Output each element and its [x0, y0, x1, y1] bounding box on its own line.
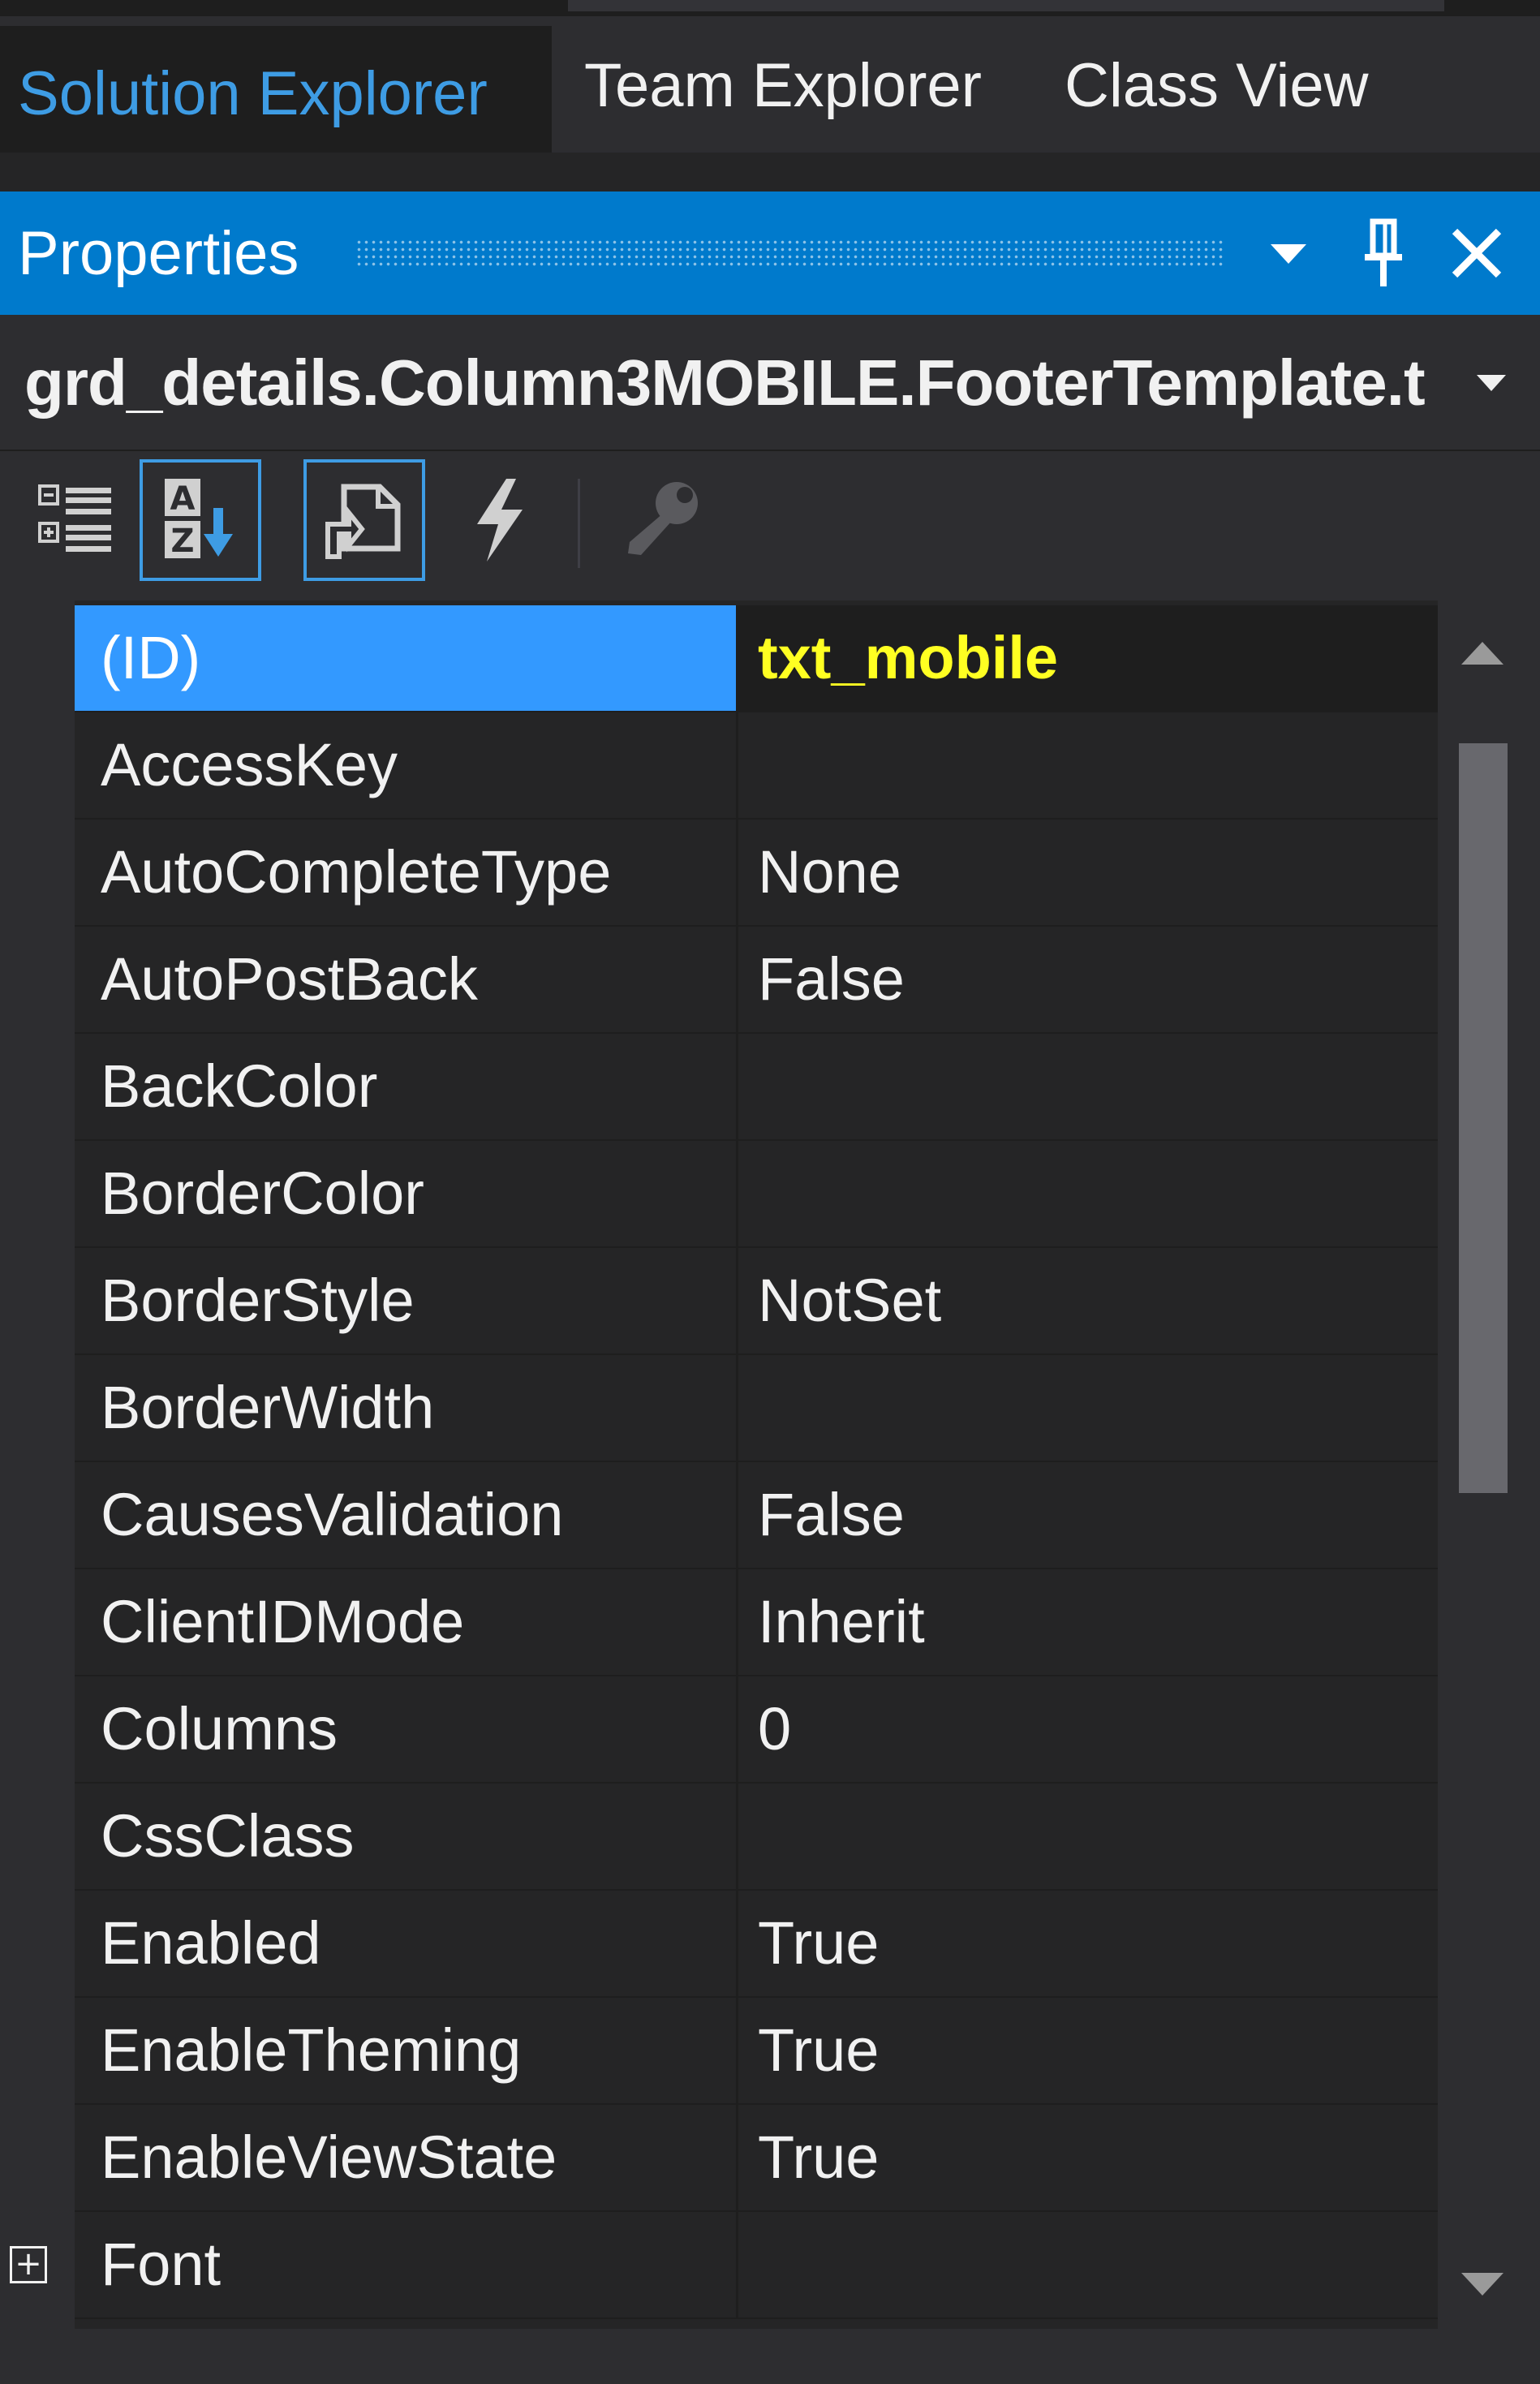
properties-view-button[interactable]	[303, 459, 425, 581]
property-name: AutoCompleteType	[101, 838, 612, 906]
property-value[interactable]: Inherit	[736, 1569, 1438, 1675]
tool-window-tabs: Solution Explorer Team Explorer Class Vi…	[0, 16, 1540, 161]
property-value[interactable]	[736, 2212, 1438, 2317]
property-name: ClientIDMode	[101, 1588, 465, 1655]
property-name: BorderStyle	[101, 1267, 415, 1334]
categorized-button[interactable]	[15, 459, 136, 581]
toolbar-separator	[578, 479, 580, 568]
row-divider	[75, 2317, 1438, 2319]
close-icon	[1452, 228, 1502, 278]
pin-icon	[1365, 218, 1402, 286]
property-row-columns[interactable]: Columns 0	[75, 1676, 1438, 1784]
panel-footer	[0, 2329, 1540, 2384]
property-row-clientidmode[interactable]: ClientIDMode Inherit	[75, 1569, 1438, 1676]
tab-solution-explorer[interactable]: Solution Explorer	[0, 26, 552, 161]
property-name: EnableTheming	[101, 2016, 522, 2084]
property-value[interactable]: True	[736, 1891, 1438, 1996]
property-pages-button[interactable]	[600, 459, 722, 581]
wrench-icon	[628, 482, 698, 555]
property-row-id[interactable]: (ID) txt_mobile	[75, 605, 1438, 712]
tab-team-explorer[interactable]: Team Explorer	[584, 16, 982, 154]
property-name: EnableViewState	[101, 2124, 557, 2191]
property-row-cssclass[interactable]: CssClass	[75, 1784, 1438, 1891]
alphabetical-button[interactable]: A Z	[140, 459, 261, 581]
window-position-button[interactable]	[1258, 191, 1319, 315]
property-name: CssClass	[101, 1802, 355, 1870]
property-row-bordercolor[interactable]: BorderColor	[75, 1141, 1438, 1248]
property-name: Columns	[101, 1695, 338, 1762]
property-name: BorderColor	[101, 1160, 424, 1227]
scroll-up-arrow-icon	[1461, 642, 1503, 665]
expand-icon[interactable]: +	[10, 2246, 47, 2283]
property-row-enabletheming[interactable]: EnableTheming True	[75, 1998, 1438, 2105]
chevron-down-icon	[1477, 375, 1506, 391]
property-name: CausesValidation	[101, 1481, 564, 1548]
property-row-font[interactable]: + Font	[10, 2212, 1438, 2319]
events-button[interactable]	[438, 459, 560, 581]
toolbar-remnant	[0, 0, 1540, 16]
drag-grip[interactable]	[355, 239, 1224, 268]
scroll-thumb[interactable]	[1459, 743, 1508, 1493]
property-value[interactable]	[736, 1141, 1438, 1246]
close-button[interactable]	[1436, 191, 1517, 315]
property-value[interactable]	[736, 712, 1438, 818]
selected-object-name: grd_details.Column3MOBILE.FooterTemplate…	[24, 346, 1426, 419]
property-row-accesskey[interactable]: AccessKey	[75, 712, 1438, 820]
svg-text:A: A	[170, 480, 196, 518]
property-name: Enabled	[101, 1909, 321, 1977]
property-grid: (ID) txt_mobile AccessKey AutoCompleteTy…	[0, 600, 1540, 2329]
scroll-down-button[interactable]	[1438, 2248, 1527, 2321]
property-list: (ID) txt_mobile AccessKey AutoCompleteTy…	[10, 600, 1438, 2329]
object-selector-dropdown[interactable]: grd_details.Column3MOBILE.FooterTemplate…	[0, 315, 1540, 451]
property-value[interactable]: False	[736, 1462, 1438, 1568]
property-value[interactable]: False	[736, 927, 1438, 1032]
property-value[interactable]	[736, 1784, 1438, 1889]
alphabetical-icon: A Z	[165, 479, 233, 560]
property-row-borderwidth[interactable]: BorderWidth	[75, 1355, 1438, 1462]
toolbar-remnant-bar	[568, 0, 1444, 11]
property-name: (ID)	[75, 605, 736, 711]
tab-divider	[0, 153, 1540, 191]
property-name: Font	[101, 2231, 222, 2298]
property-name: AccessKey	[101, 731, 398, 798]
vertical-scrollbar[interactable]	[1438, 600, 1527, 2329]
properties-icon	[325, 484, 401, 559]
property-value[interactable]	[736, 1355, 1438, 1461]
property-row-borderstyle[interactable]: BorderStyle NotSet	[75, 1248, 1438, 1355]
svg-text:Z: Z	[170, 523, 194, 560]
tab-class-view[interactable]: Class View	[1065, 16, 1369, 154]
scroll-down-arrow-icon	[1461, 2273, 1503, 2296]
property-value[interactable]: txt_mobile	[736, 605, 1438, 711]
property-row-enableviewstate[interactable]: EnableViewState True	[75, 2105, 1438, 2212]
property-name: BorderWidth	[101, 1374, 435, 1441]
property-row-autopostback[interactable]: AutoPostBack False	[75, 927, 1438, 1034]
property-value[interactable]	[736, 1034, 1438, 1139]
property-value[interactable]: 0	[736, 1676, 1438, 1782]
property-value[interactable]: NotSet	[736, 1248, 1438, 1353]
panel-title: Properties	[18, 218, 299, 288]
property-name: AutoPostBack	[101, 945, 478, 1013]
selector-dropdown-arrow[interactable]	[1467, 364, 1516, 402]
scroll-up-button[interactable]	[1438, 617, 1527, 690]
property-row-causesvalidation[interactable]: CausesValidation False	[75, 1462, 1438, 1569]
property-row-backcolor[interactable]: BackColor	[75, 1034, 1438, 1141]
property-name: BackColor	[101, 1052, 378, 1120]
properties-title-bar[interactable]: Properties	[0, 191, 1540, 315]
property-row-autocompletetype[interactable]: AutoCompleteType None	[75, 820, 1438, 927]
categorized-icon	[38, 484, 111, 552]
property-row-enabled[interactable]: Enabled True	[75, 1891, 1438, 1998]
property-value[interactable]: True	[736, 1998, 1438, 2103]
lightning-bolt-icon	[477, 479, 523, 562]
property-value[interactable]: True	[736, 2105, 1438, 2210]
property-value[interactable]: None	[736, 820, 1438, 925]
properties-toolbar: A Z	[0, 451, 1540, 594]
dropdown-arrow-icon	[1271, 244, 1306, 264]
auto-hide-pin-button[interactable]	[1347, 191, 1420, 315]
properties-window: Solution Explorer Team Explorer Class Vi…	[0, 0, 1540, 2384]
